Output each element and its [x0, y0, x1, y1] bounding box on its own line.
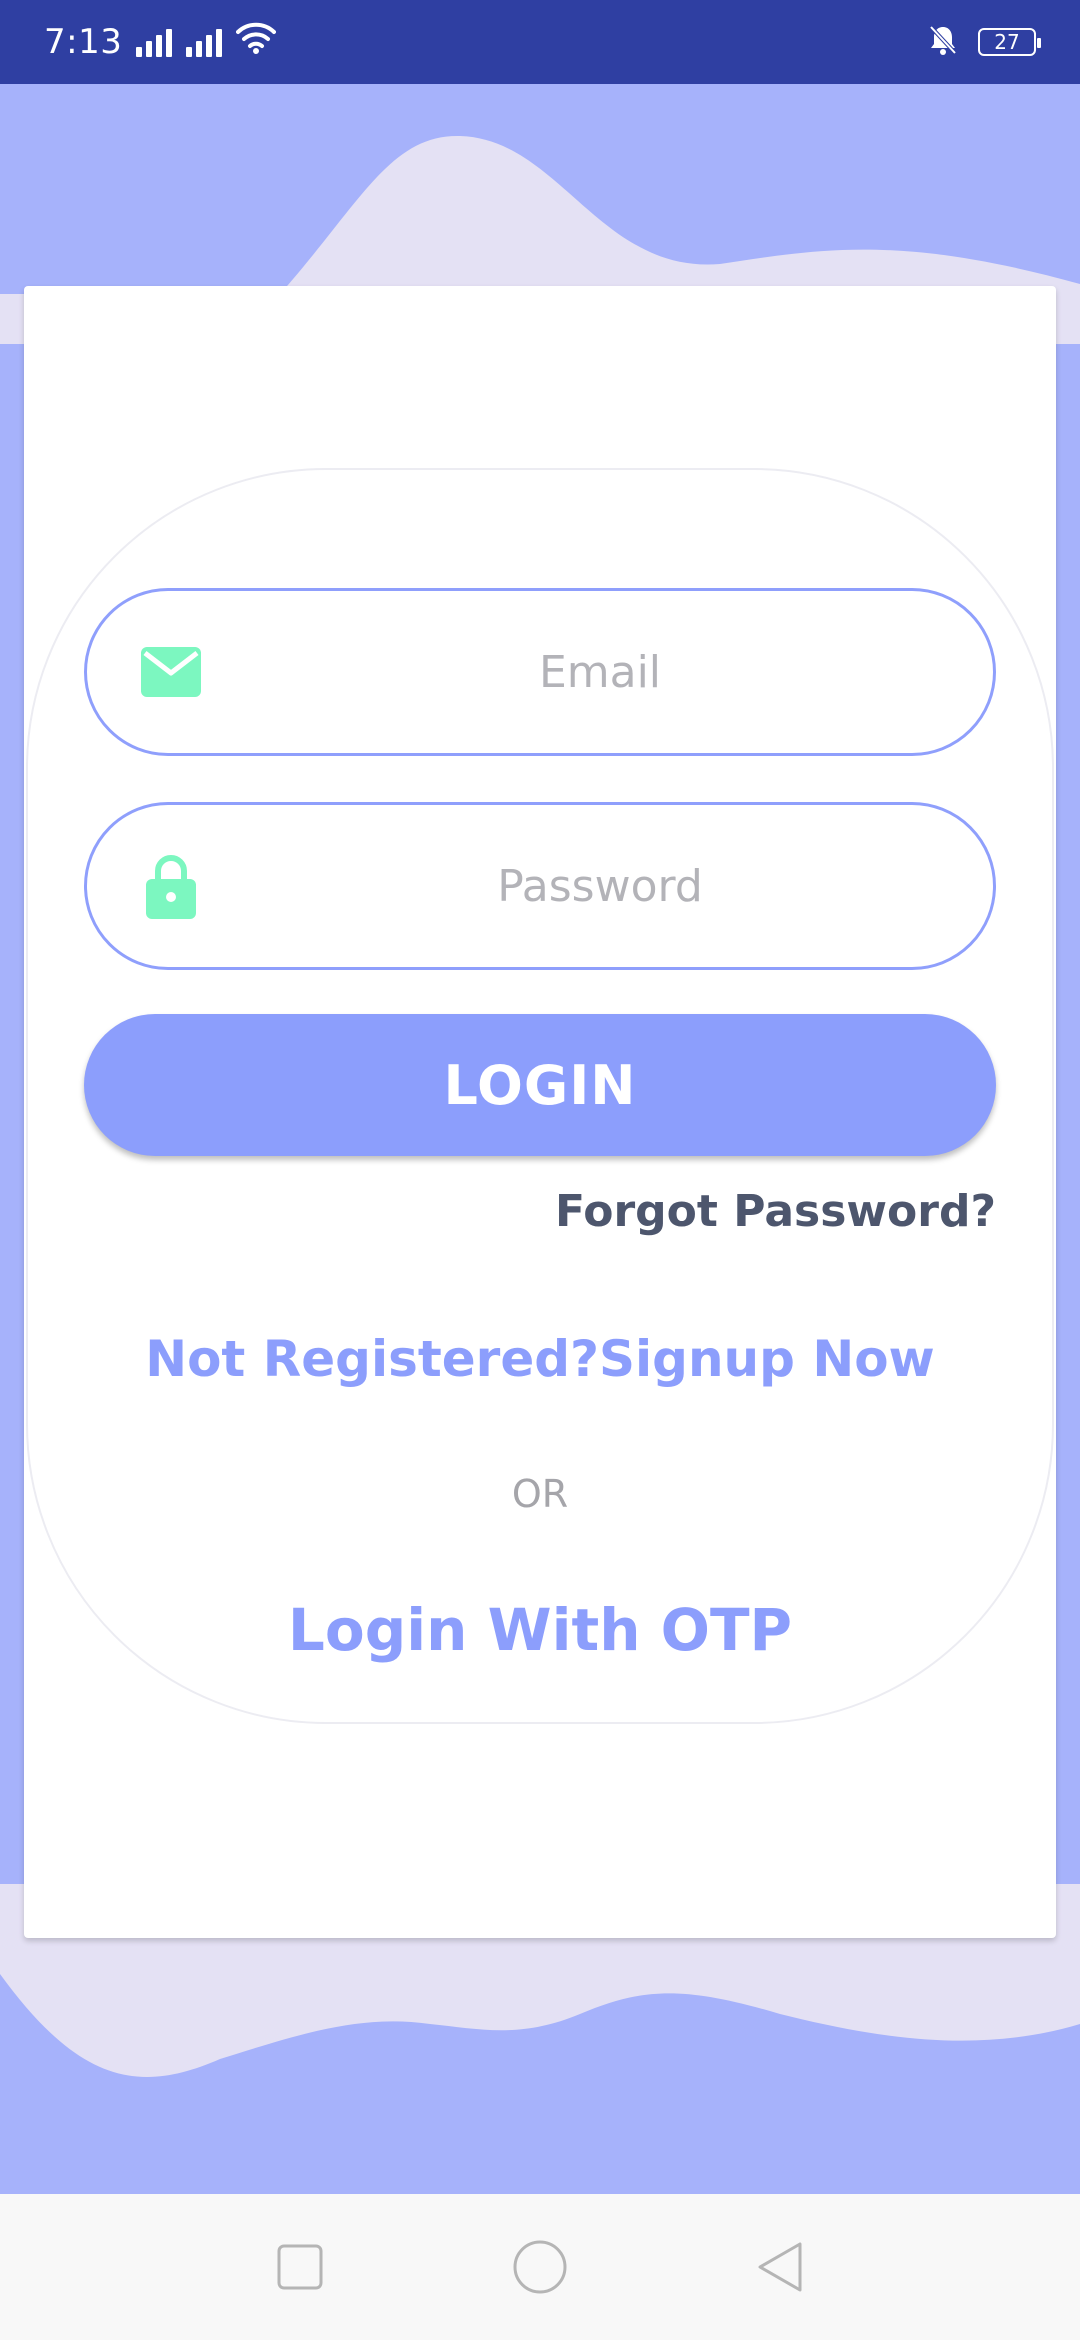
password-placeholder: Password [497, 860, 703, 912]
system-nav-bar [0, 2194, 1080, 2340]
login-card: Email Password LOGIN Forgot Password? No… [24, 286, 1056, 1938]
login-button[interactable]: LOGIN [84, 1014, 996, 1156]
status-bar: 7:13 27 [0, 0, 1080, 84]
home-circle-icon[interactable] [510, 2237, 570, 2297]
or-divider-text: OR [511, 1472, 569, 1516]
signal-icon [136, 27, 173, 57]
recents-square-icon[interactable] [270, 2237, 330, 2297]
login-with-otp-link[interactable]: Login With OTP [24, 1596, 1056, 1664]
back-triangle-icon[interactable] [750, 2237, 810, 2297]
email-placeholder: Email [538, 646, 662, 698]
bell-off-icon [926, 23, 960, 61]
email-field[interactable]: Email [84, 588, 996, 756]
status-time: 7:13 [44, 22, 123, 62]
forgot-password-link[interactable]: Forgot Password? [555, 1186, 996, 1237]
wifi-icon [236, 22, 277, 63]
status-right: 27 [926, 23, 1041, 61]
signup-link[interactable]: Not Registered?Signup Now [24, 1330, 1056, 1388]
status-left: 7:13 [44, 22, 277, 63]
mail-icon [139, 640, 203, 704]
battery-icon: 27 [978, 28, 1041, 56]
password-field[interactable]: Password [84, 802, 996, 970]
signal-icon [186, 27, 223, 57]
lock-icon [139, 854, 203, 919]
